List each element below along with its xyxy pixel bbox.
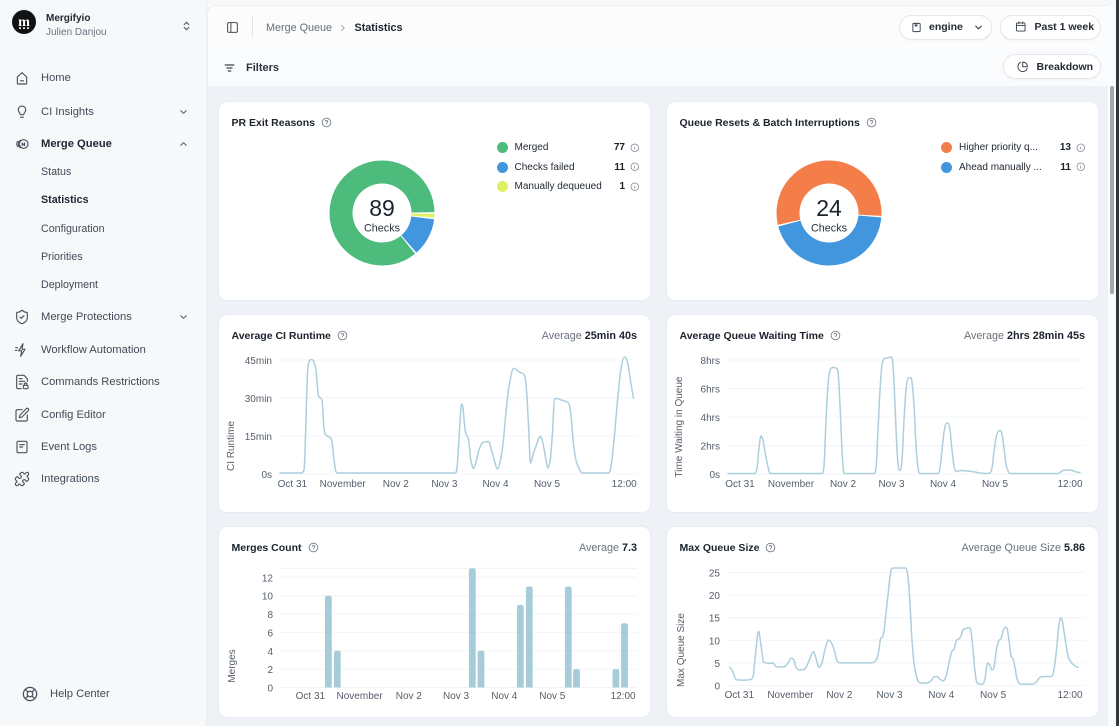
svg-text:Checks: Checks <box>364 223 401 235</box>
svg-text:8hrs: 8hrs <box>701 356 720 367</box>
svg-text:Oct 31: Oct 31 <box>278 479 308 490</box>
svg-text:Nov 2: Nov 2 <box>826 690 853 701</box>
svg-text:12:00: 12:00 <box>1057 479 1082 490</box>
svg-text:4hrs: 4hrs <box>701 413 720 424</box>
svg-text:5: 5 <box>714 659 720 670</box>
svg-text:Nov 5: Nov 5 <box>539 691 566 702</box>
svg-text:Oct 31: Oct 31 <box>725 479 755 490</box>
svg-text:Nov 5: Nov 5 <box>982 479 1009 490</box>
svg-text:Nov 3: Nov 3 <box>431 479 458 490</box>
svg-text:November: November <box>337 691 384 702</box>
svg-text:12:00: 12:00 <box>1057 690 1082 701</box>
svg-text:Checks: Checks <box>810 223 847 235</box>
svg-text:12: 12 <box>262 573 274 584</box>
svg-text:Nov 2: Nov 2 <box>830 479 857 490</box>
svg-text:Nov 4: Nov 4 <box>491 691 518 702</box>
svg-text:0: 0 <box>267 684 273 695</box>
svg-text:November: November <box>320 479 367 490</box>
svg-text:12:00: 12:00 <box>611 691 636 702</box>
svg-text:Time Waiting in Queue: Time Waiting in Queue <box>674 376 685 477</box>
svg-text:45min: 45min <box>245 356 272 367</box>
svg-text:Nov 4: Nov 4 <box>928 690 955 701</box>
svg-text:10: 10 <box>262 592 274 603</box>
svg-text:Oct 31: Oct 31 <box>296 691 326 702</box>
svg-text:Nov 5: Nov 5 <box>980 690 1007 701</box>
svg-text:30min: 30min <box>245 394 272 405</box>
svg-text:Nov 4: Nov 4 <box>482 479 509 490</box>
svg-text:2hrs: 2hrs <box>701 442 720 453</box>
svg-text:8: 8 <box>267 610 273 621</box>
svg-text:Nov 3: Nov 3 <box>878 479 905 490</box>
svg-text:15min: 15min <box>245 432 272 443</box>
svg-text:Nov 2: Nov 2 <box>383 479 410 490</box>
svg-text:Nov 4: Nov 4 <box>930 479 957 490</box>
svg-text:6: 6 <box>267 628 273 639</box>
svg-text:Nov 2: Nov 2 <box>396 691 423 702</box>
svg-text:15: 15 <box>709 614 721 625</box>
svg-text:Merges: Merges <box>227 649 238 682</box>
svg-text:0s: 0s <box>261 470 272 481</box>
svg-text:2: 2 <box>267 665 273 676</box>
svg-text:0: 0 <box>714 682 720 693</box>
svg-text:Max Queue Size: Max Queue Size <box>676 613 687 687</box>
svg-text:4: 4 <box>267 647 273 658</box>
svg-text:November: November <box>768 479 815 490</box>
svg-text:25: 25 <box>709 569 721 580</box>
svg-text:Oct 31: Oct 31 <box>725 690 755 701</box>
svg-text:6hrs: 6hrs <box>701 385 720 396</box>
svg-text:Nov 5: Nov 5 <box>534 479 561 490</box>
svg-text:10: 10 <box>709 636 721 647</box>
svg-text:89: 89 <box>369 195 395 221</box>
svg-text:0s: 0s <box>709 470 720 481</box>
svg-text:CI Runtime: CI Runtime <box>226 421 237 471</box>
svg-text:12:00: 12:00 <box>612 479 637 490</box>
svg-text:20: 20 <box>709 591 721 602</box>
svg-text:Nov 3: Nov 3 <box>443 691 470 702</box>
svg-text:24: 24 <box>816 195 842 221</box>
svg-text:November: November <box>767 690 814 701</box>
svg-text:Nov 3: Nov 3 <box>876 690 903 701</box>
